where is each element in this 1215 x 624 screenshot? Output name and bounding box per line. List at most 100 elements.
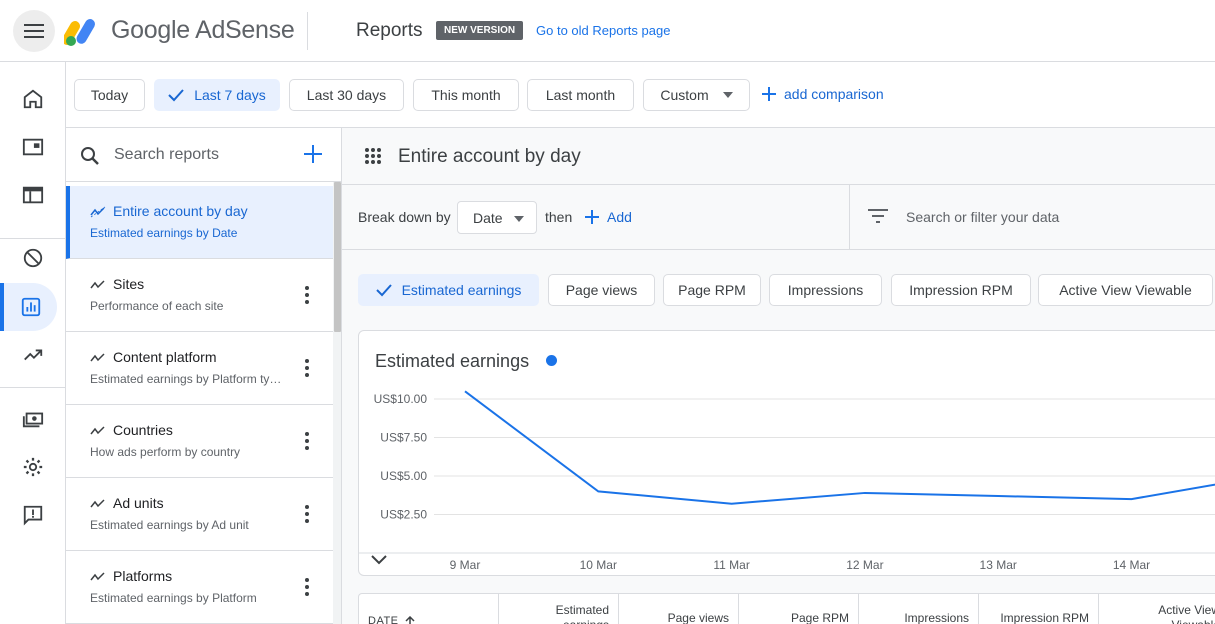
report-sparkline-icon xyxy=(90,206,106,218)
date-chip-today[interactable]: Today xyxy=(74,79,145,111)
more-vert-icon[interactable] xyxy=(304,358,310,378)
report-main-area: Entire account by day Break down by Date… xyxy=(342,128,1215,624)
metric-chip-impressions[interactable]: Impressions xyxy=(769,274,882,306)
report-item[interactable]: Ad units Estimated earnings by Ad unit xyxy=(66,478,334,551)
report-subtitle: Performance of each site xyxy=(90,299,224,313)
plus-icon xyxy=(762,87,776,101)
report-title: Sites xyxy=(113,276,145,292)
series-line xyxy=(464,390,1215,505)
metric-chip-label: Estimated earnings xyxy=(401,282,522,298)
nav-home[interactable] xyxy=(0,75,65,123)
add-breakdown-button[interactable]: Add xyxy=(585,209,632,225)
plus-icon xyxy=(585,210,599,224)
x-tick-label: 12 Mar xyxy=(846,558,883,572)
home-icon xyxy=(23,89,42,109)
report-name: Entire account by day xyxy=(398,146,581,167)
report-header: Entire account by day xyxy=(342,128,1215,185)
report-item[interactable]: Entire account by day Estimated earnings… xyxy=(66,186,334,259)
nav-ads[interactable] xyxy=(0,123,65,171)
metric-chip-impression-rpm[interactable]: Impression RPM xyxy=(891,274,1031,306)
report-sparkline-icon xyxy=(90,280,105,289)
report-item[interactable]: Content platform Estimated earnings by P… xyxy=(66,332,334,405)
ads-window-icon xyxy=(22,138,43,156)
y-tick-label: US$5.00 xyxy=(380,469,427,483)
metric-chip-page-views[interactable]: Page views xyxy=(548,274,655,306)
adsense-logo-icon xyxy=(64,19,95,46)
report-list-scrollbar[interactable] xyxy=(333,182,341,624)
nav-feedback[interactable] xyxy=(0,491,65,539)
date-chip-label: Custom xyxy=(660,87,709,103)
report-title: Entire account by day xyxy=(113,203,248,219)
brand-name: Google AdSense xyxy=(111,16,295,44)
date-chip-last-month[interactable]: Last month xyxy=(527,79,634,111)
table-header-row: DATE Estimated earnings Page views Page … xyxy=(358,593,1215,624)
add-comparison-button[interactable]: add comparison xyxy=(762,86,884,102)
date-chip-last-7-days[interactable]: Last 7 days xyxy=(154,79,280,111)
scrollbar-thumb[interactable] xyxy=(334,182,341,332)
feedback-icon xyxy=(23,505,42,526)
search-icon xyxy=(81,147,99,165)
report-item[interactable]: Sites Performance of each site xyxy=(66,259,334,332)
report-sparkline-icon xyxy=(90,572,105,581)
column-header-label: Active View Viewable xyxy=(1158,603,1215,624)
sort-arrow-up-icon xyxy=(405,615,415,624)
old-reports-link[interactable]: Go to old Reports page xyxy=(536,23,670,38)
nav-payments[interactable] xyxy=(0,395,65,443)
date-custom-dropdown[interactable]: Custom xyxy=(643,79,750,111)
chart-title: Estimated earnings xyxy=(375,351,530,371)
y-tick-label: US$7.50 xyxy=(380,431,427,445)
report-list-panel: Search reports Entire account by day Est… xyxy=(66,128,342,624)
column-header-label: Estimated earnings xyxy=(555,603,609,624)
filter-list-icon[interactable] xyxy=(868,208,888,224)
report-subtitle: Estimated earnings by Platform xyxy=(90,591,257,605)
breakdown-label: Break down by xyxy=(358,209,451,225)
breakdown-divider xyxy=(849,185,850,250)
date-range-bar: Today Last 7 days Last 30 days This mont… xyxy=(66,62,1215,128)
report-sparkline-icon xyxy=(90,353,105,362)
side-navigation xyxy=(0,62,66,624)
caret-down-icon xyxy=(722,92,733,98)
more-vert-icon[interactable] xyxy=(304,577,310,597)
nav-reports[interactable] xyxy=(0,283,57,331)
metric-chip-active-view-viewable[interactable]: Active View Viewable xyxy=(1038,274,1213,306)
more-vert-icon[interactable] xyxy=(304,504,310,524)
trending-up-icon xyxy=(23,349,42,361)
hamburger-menu-icon xyxy=(24,24,44,38)
report-search-row[interactable]: Search reports xyxy=(66,128,341,182)
column-header-active-view-viewable[interactable]: Active View Viewable xyxy=(1099,594,1215,624)
column-header-date[interactable]: DATE xyxy=(359,594,499,624)
apps-grid-icon[interactable] xyxy=(364,147,382,165)
more-vert-icon[interactable] xyxy=(304,285,310,305)
main-menu-button[interactable] xyxy=(13,10,55,52)
column-header-label: Impression RPM xyxy=(1000,611,1089,624)
add-report-plus-icon[interactable] xyxy=(303,144,323,164)
checkmark-icon xyxy=(168,89,184,102)
sites-layout-icon xyxy=(22,186,43,204)
nav-blocking-controls[interactable] xyxy=(0,234,65,282)
top-app-bar: Google AdSense Reports NEW VERSION Go to… xyxy=(0,0,1215,62)
search-reports-input[interactable]: Search reports xyxy=(114,146,219,164)
nav-settings[interactable] xyxy=(0,443,65,491)
chevron-down-icon[interactable] xyxy=(371,555,387,565)
filter-data-input[interactable]: Search or filter your data xyxy=(906,209,1059,225)
metric-chip-page-rpm[interactable]: Page RPM xyxy=(663,274,761,306)
y-tick-label: US$2.50 xyxy=(380,508,427,522)
nav-sites[interactable] xyxy=(0,171,65,219)
date-chip-last-30-days[interactable]: Last 30 days xyxy=(289,79,404,111)
chart-card: US$10.00 US$7.50 US$5.00 US$2.50 9 Mar 10 Mar… xyxy=(358,330,1215,576)
column-header-impression-rpm[interactable]: Impression RPM xyxy=(979,594,1099,624)
more-vert-icon[interactable] xyxy=(304,431,310,451)
column-header-page-rpm[interactable]: Page RPM xyxy=(739,594,859,624)
column-header-label: Page RPM xyxy=(790,611,849,624)
report-subtitle: Estimated earnings by Platform type xyxy=(90,372,282,386)
date-chip-this-month[interactable]: This month xyxy=(413,79,519,111)
report-title: Content platform xyxy=(113,349,217,365)
nav-optimization[interactable] xyxy=(0,331,65,379)
column-header-estimated-earnings[interactable]: Estimated earnings xyxy=(499,594,619,624)
column-header-page-views[interactable]: Page views xyxy=(619,594,739,624)
report-item[interactable]: Countries How ads perform by country xyxy=(66,405,334,478)
breakdown-dimension-select[interactable]: Date xyxy=(457,201,537,234)
column-header-impressions[interactable]: Impressions xyxy=(859,594,979,624)
metric-chip-estimated-earnings[interactable]: Estimated earnings xyxy=(358,274,539,306)
report-item[interactable]: Platforms Estimated earnings by Platform xyxy=(66,551,334,624)
